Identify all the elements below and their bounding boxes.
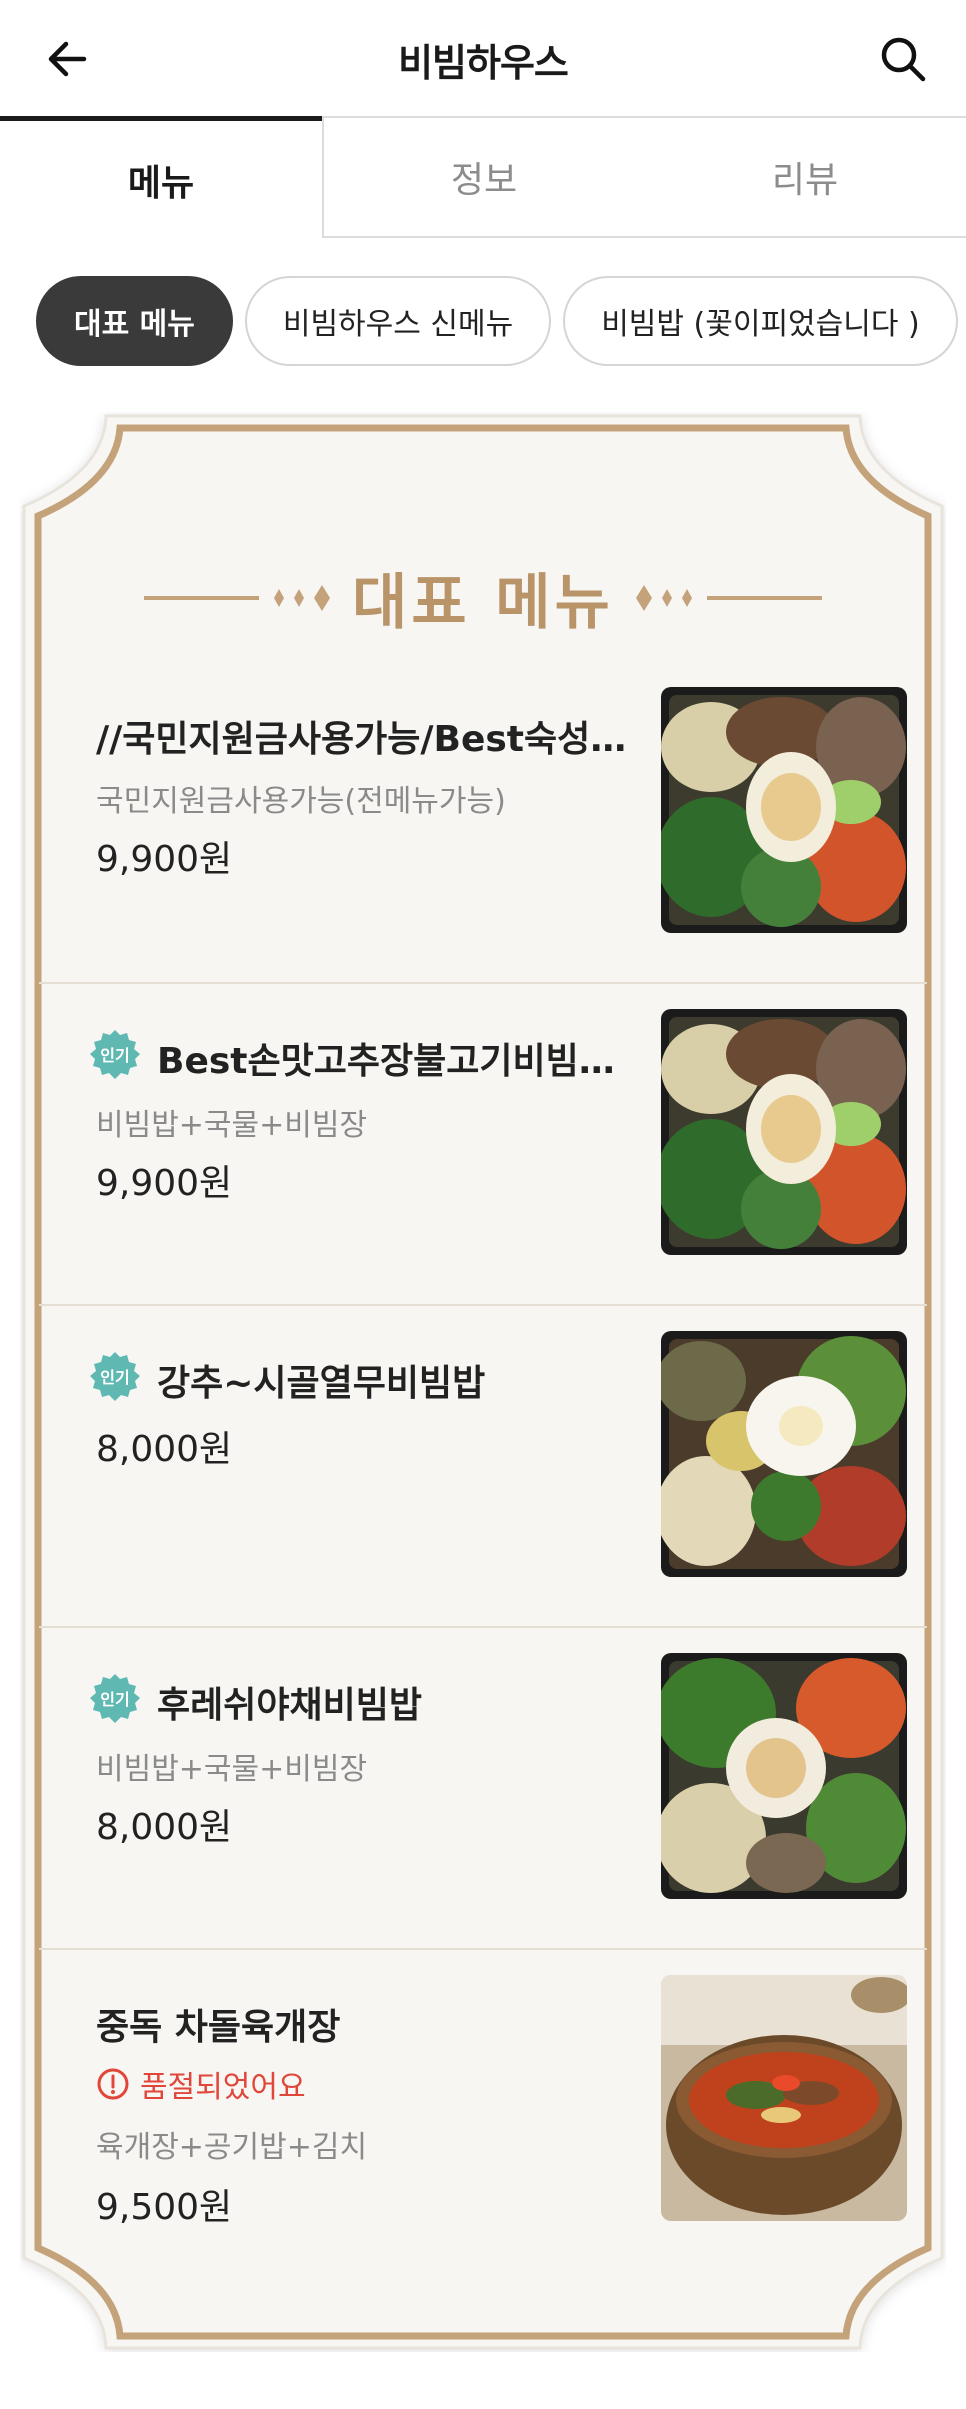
menu-item-name: //국민지원금사용가능/Best숙성… (96, 719, 627, 760)
left-ornament-icon (144, 584, 331, 611)
tab-bar: 메뉴 정보 리뷰 (0, 116, 966, 238)
menu-item[interactable]: //국민지원금사용가능/Best숙성… 국민지원금사용가능(전메뉴가능) 9,9… (39, 662, 927, 984)
menu-item-description: 비빔밥+국물+비빔장 (96, 1108, 368, 1143)
sold-out-notice: 품절되었어요 (96, 2062, 306, 2106)
menu-item-photo (661, 1009, 907, 1255)
alert-circle-icon (97, 2068, 129, 2100)
tab-review[interactable]: 리뷰 (644, 116, 966, 238)
section-title: 대표 메뉴 (352, 568, 614, 638)
menu-item-name: Best손맛고추장불고기비빔… (157, 1041, 615, 1082)
category-chips: 대표 메뉴 비빔하우스 신메뉴 비빔밥 (꽃이피었습니다 ) (36, 276, 958, 366)
section-header: 대표 메뉴 (20, 554, 946, 641)
menu-item-price: 8,000원 (96, 1429, 233, 1470)
popular-badge-icon: 인기 (90, 1030, 140, 1079)
menu-item-description: 비빔밥+국물+비빔장 (96, 1752, 368, 1787)
menu-item-name: 강추~시골열무비빔밥 (157, 1363, 486, 1404)
menu-item-price: 9,900원 (96, 1163, 233, 1204)
chip-bibimbap[interactable]: 비빔밥 (꽃이피었습니다 ) (563, 276, 958, 366)
menu-card-frame: 대표 메뉴 //국민지원금사용가능/Best숙성… 국민지원금사용가능(전메뉴가… (20, 412, 946, 2352)
menu-item-description: 육개장+공기밥+김치 (96, 2130, 368, 2165)
search-icon (881, 37, 926, 82)
tab-menu[interactable]: 메뉴 (0, 116, 322, 238)
menu-item-name: 중독 차돌육개장 (96, 2007, 341, 2048)
popular-badge-label: 인기 (100, 1690, 129, 1709)
menu-item[interactable]: 중독 차돌육개장 품절되었어요 육개장+공기밥+김치 9,500원 (39, 1950, 927, 2272)
menu-item-photo (661, 1653, 907, 1899)
page-title: 비빔하우스 (398, 41, 569, 85)
menu-item[interactable]: 인기 강추~시골열무비빔밥 8,000원 (39, 1306, 927, 1628)
header: 비빔하우스 (0, 0, 966, 118)
menu-item-photo (661, 1331, 907, 1577)
menu-item-price: 9,900원 (96, 839, 233, 880)
chip-new-menu[interactable]: 비빔하우스 신메뉴 (244, 276, 552, 366)
popular-badge-icon: 인기 (90, 1352, 140, 1401)
menu-list: //국민지원금사용가능/Best숙성… 국민지원금사용가능(전메뉴가능) 9,9… (39, 662, 927, 2272)
menu-item-description: 국민지원금사용가능(전메뉴가능) (96, 784, 506, 819)
menu-item[interactable]: 인기 Best손맛고추장불고기비빔… 비빔밥+국물+비빔장 9,900원 (39, 984, 927, 1306)
menu-item-photo (661, 1975, 907, 2221)
search-button[interactable] (872, 28, 934, 90)
tab-info[interactable]: 정보 (322, 116, 644, 238)
chip-signature-menu[interactable]: 대표 메뉴 (36, 276, 233, 366)
popular-badge-label: 인기 (100, 1368, 129, 1387)
popular-badge-icon: 인기 (90, 1674, 140, 1723)
menu-item-name: 후레쉬야채비빔밥 (157, 1685, 422, 1726)
right-ornament-icon (635, 584, 822, 611)
menu-item-price: 8,000원 (96, 1807, 233, 1848)
sold-out-label: 품절되었어요 (140, 2070, 306, 2105)
menu-item-photo (661, 687, 907, 933)
popular-badge-label: 인기 (100, 1046, 129, 1065)
menu-item[interactable]: 인기 후레쉬야채비빔밥 비빔밥+국물+비빔장 8,000원 (39, 1628, 927, 1950)
menu-item-price: 9,500원 (96, 2187, 233, 2228)
